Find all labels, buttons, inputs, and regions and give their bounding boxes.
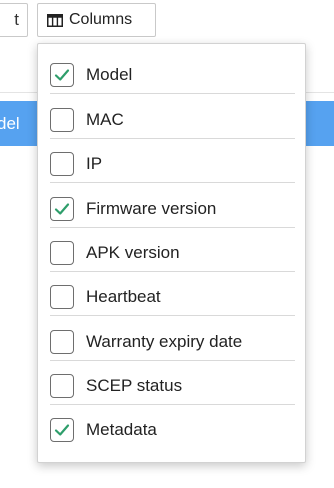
checkbox[interactable] [50, 196, 74, 221]
checkmark-icon [54, 202, 70, 215]
column-option-label: SCEP status [86, 375, 183, 395]
column-option-label: Firmware version [86, 198, 217, 218]
column-option-label: Model [86, 64, 133, 84]
column-option-label: IP [86, 153, 103, 173]
checkbox[interactable] [50, 151, 74, 176]
column-option-mac[interactable]: MAC [50, 101, 295, 139]
columns-button-label: Columns [69, 11, 133, 28]
column-option-apk-version[interactable]: APK version [50, 234, 295, 272]
toolbar-previous-button[interactable]: t [0, 3, 28, 37]
column-option-label: Warranty expiry date [86, 331, 243, 351]
column-option-label: APK version [86, 242, 180, 262]
checkbox[interactable] [50, 284, 74, 309]
column-option-metadata[interactable]: Metadata [50, 411, 295, 449]
column-option-ip[interactable]: IP [50, 145, 295, 183]
checkbox[interactable] [50, 418, 74, 442]
table-columns-icon [47, 13, 63, 27]
checkbox[interactable] [50, 240, 74, 265]
checkmark-icon [54, 424, 70, 436]
column-option-scep-status[interactable]: SCEP status [50, 367, 295, 405]
column-option-model[interactable]: Model [50, 56, 295, 94]
checkmark-icon [54, 68, 70, 81]
column-option-label: Heartbeat [86, 286, 161, 306]
checkbox[interactable] [50, 329, 74, 354]
checkbox[interactable] [50, 62, 74, 87]
toolbar: t Columns [0, 0, 334, 44]
column-option-label: Metadata [86, 420, 157, 439]
columns-dropdown-menu: Model MAC IP Firmware version APK versio… [37, 43, 306, 463]
column-option-label: MAC [86, 109, 124, 129]
table-header-cell-label: del [0, 114, 20, 133]
checkbox[interactable] [50, 373, 74, 398]
column-option-warranty-expiry-date[interactable]: Warranty expiry date [50, 323, 295, 361]
column-option-heartbeat[interactable]: Heartbeat [50, 278, 295, 316]
column-option-firmware-version[interactable]: Firmware version [50, 190, 295, 228]
checkbox[interactable] [50, 107, 74, 132]
columns-button[interactable]: Columns [37, 3, 156, 37]
